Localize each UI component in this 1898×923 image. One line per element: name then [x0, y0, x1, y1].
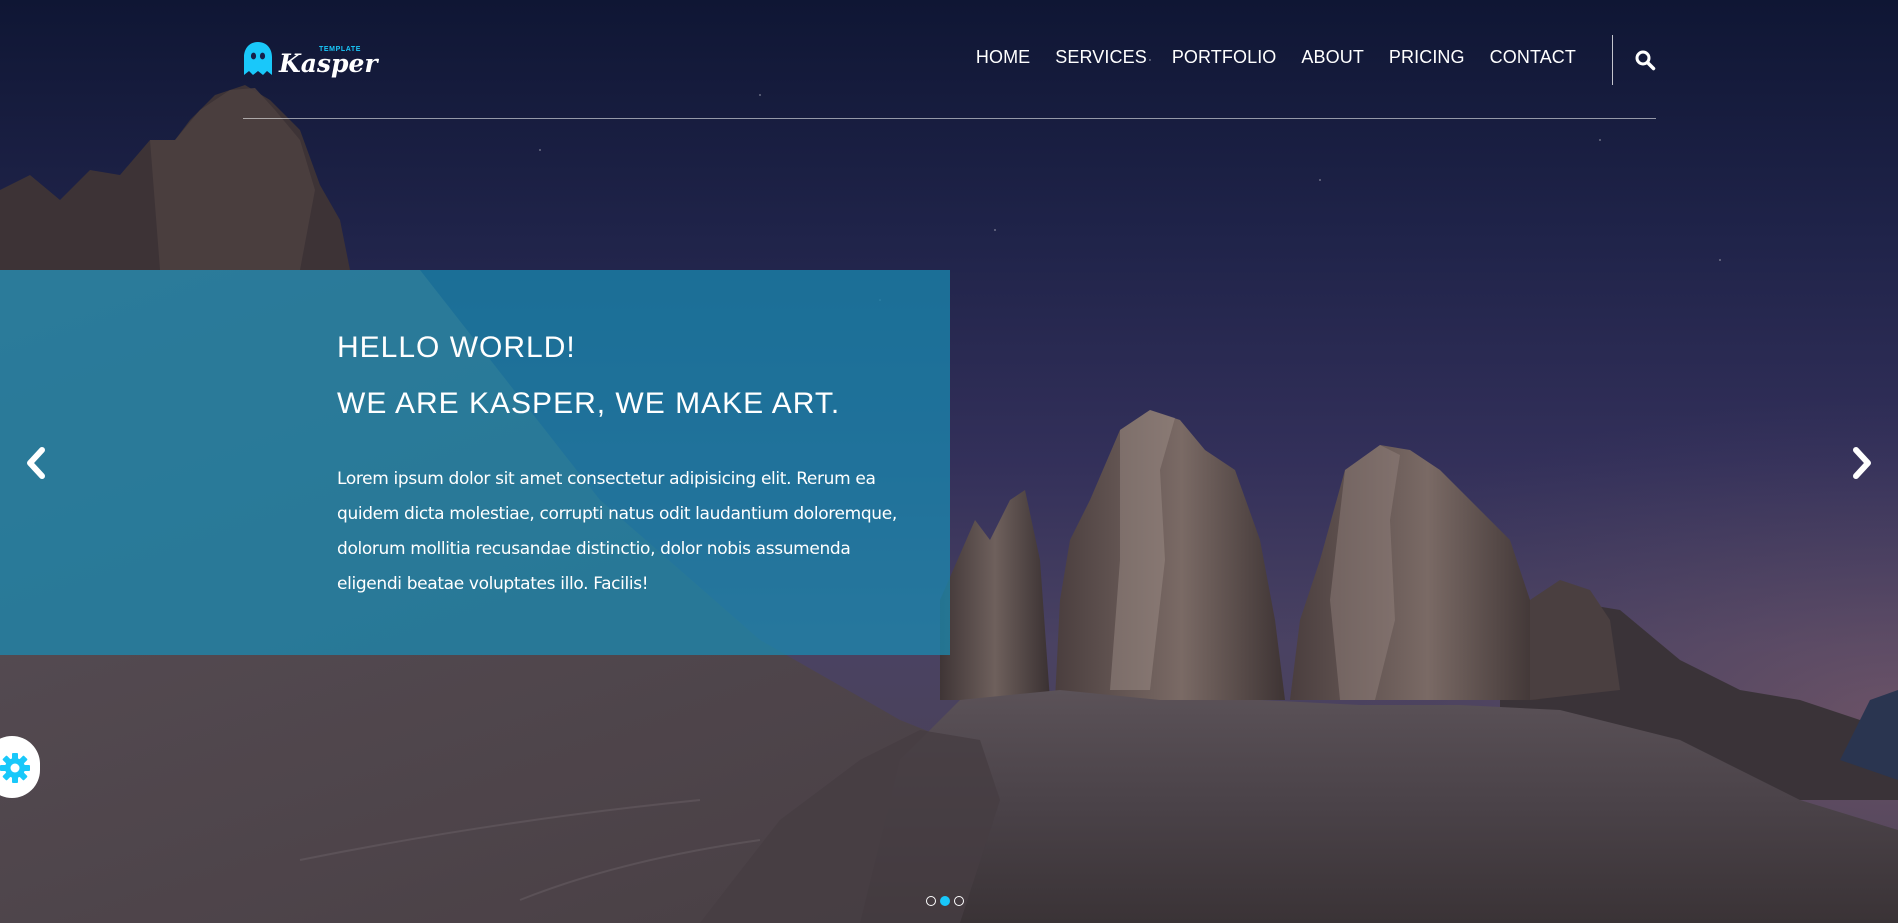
hero-heading-hello: HELLO WORLD!	[337, 331, 576, 364]
site-header: TEMPLATE Kasper HOME SERVICES PORTFOLIO …	[243, 0, 1656, 120]
hero-content-box: HELLO WORLD! WE ARE KASPER, WE MAKE ART.…	[0, 270, 950, 655]
logo-name: Kasper	[279, 49, 378, 78]
nav-item-services[interactable]: SERVICES	[1055, 47, 1147, 68]
search-button[interactable]	[1634, 49, 1656, 71]
nav-item-pricing[interactable]: PRICING	[1389, 47, 1465, 68]
nav-item-portfolio[interactable]: PORTFOLIO	[1172, 47, 1277, 68]
slider-next-button[interactable]	[1846, 445, 1876, 481]
slider-dot-1[interactable]	[926, 896, 936, 906]
slider-dot-2[interactable]	[940, 896, 950, 906]
hero-content: HELLO WORLD! WE ARE KASPER, WE MAKE ART.…	[337, 330, 907, 602]
hero-section: TEMPLATE Kasper HOME SERVICES PORTFOLIO …	[0, 0, 1898, 923]
hero-heading-tagline: WE ARE KASPER, WE MAKE ART.	[337, 387, 841, 420]
gear-icon	[0, 753, 30, 783]
nav-item-home[interactable]: HOME	[976, 47, 1030, 68]
slider-pagination	[926, 896, 968, 906]
slider-prev-button[interactable]	[22, 445, 52, 481]
slider-dot-3[interactable]	[954, 896, 964, 906]
nav-item-contact[interactable]: CONTACT	[1490, 47, 1576, 68]
search-icon	[1635, 50, 1656, 71]
header-divider	[243, 118, 1656, 119]
chevron-left-icon	[27, 447, 45, 479]
nav-divider	[1612, 35, 1613, 85]
chevron-right-icon	[1853, 447, 1871, 479]
hero-description: Lorem ipsum dolor sit amet consectetur a…	[337, 469, 897, 594]
main-nav: HOME SERVICES PORTFOLIO ABOUT PRICING CO…	[951, 47, 1576, 68]
ghost-icon	[244, 42, 272, 75]
nav-item-about[interactable]: ABOUT	[1301, 47, 1364, 68]
site-logo[interactable]: TEMPLATE Kasper	[243, 38, 378, 80]
